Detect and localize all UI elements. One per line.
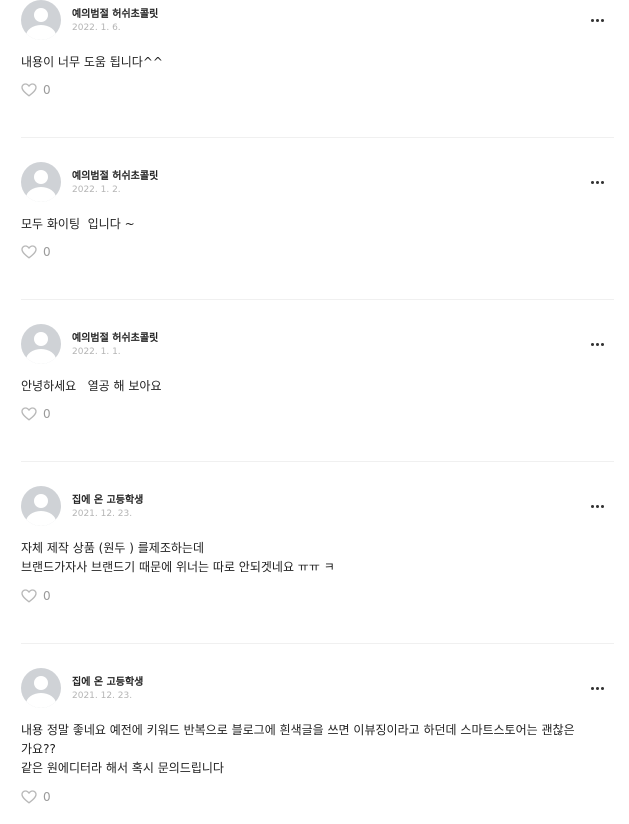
- comment-date: 2022. 1. 2.: [72, 185, 121, 195]
- more-dots-icon: [590, 686, 594, 690]
- comment-text: 안녕하세요 열공 해 보아요: [21, 377, 617, 396]
- comment-date: 2022. 1. 6.: [72, 23, 121, 33]
- comment-item: 예의범절 허쉬초콜릿 2022. 1. 6. 내용이 너무 도움 됩니다^^ 0: [0, 0, 629, 156]
- more-dots-icon: [595, 686, 599, 690]
- more-options-button[interactable]: [586, 679, 608, 697]
- avatar-body-shape: [26, 187, 56, 202]
- comment-item: 집에 온 고등학생 2021. 12. 23. 내용 정말 좋네요 예전에 키워…: [0, 662, 629, 824]
- like-button[interactable]: 0: [21, 790, 51, 804]
- avatar-body-shape: [26, 511, 56, 526]
- avatar[interactable]: [21, 0, 61, 40]
- comment-date: 2022. 1. 1.: [72, 347, 121, 357]
- like-count: 0: [43, 83, 51, 97]
- like-button[interactable]: 0: [21, 407, 51, 421]
- avatar[interactable]: [21, 162, 61, 202]
- comment-divider: [21, 643, 614, 644]
- avatar-head-shape: [34, 8, 48, 22]
- like-count: 0: [43, 589, 51, 603]
- comment-item: 예의범절 허쉬초콜릿 2022. 1. 1. 안녕하세요 열공 해 보아요 0: [0, 318, 629, 480]
- comment-date: 2021. 12. 23.: [72, 509, 133, 519]
- more-dots-icon: [590, 504, 594, 508]
- comment-item: 예의범절 허쉬초콜릿 2022. 1. 2. 모두 화이팅 입니다 ~ 0: [0, 156, 629, 318]
- more-dots-icon: [600, 504, 604, 508]
- comment-divider: [21, 137, 614, 138]
- more-dots-icon: [600, 342, 604, 346]
- more-dots-icon: [595, 180, 599, 184]
- heart-outline-icon: [21, 407, 37, 421]
- comment-text: 모두 화이팅 입니다 ~: [21, 215, 617, 234]
- like-button[interactable]: 0: [21, 245, 51, 259]
- comment-list: 예의범절 허쉬초콜릿 2022. 1. 6. 내용이 너무 도움 됩니다^^ 0…: [0, 0, 629, 824]
- more-options-button[interactable]: [586, 497, 608, 515]
- more-dots-icon: [590, 342, 594, 346]
- like-button[interactable]: 0: [21, 589, 51, 603]
- avatar[interactable]: [21, 324, 61, 364]
- comment-item: 집에 온 고등학생 2021. 12. 23. 자체 제작 상품 (원두 ) 를…: [0, 480, 629, 644]
- comment-text-line: 가요??: [21, 742, 56, 756]
- more-dots-icon: [595, 18, 599, 22]
- heart-outline-icon: [21, 83, 37, 97]
- like-count: 0: [43, 407, 51, 421]
- comment-date: 2021. 12. 23.: [72, 691, 133, 701]
- heart-outline-icon: [21, 589, 37, 603]
- more-dots-icon: [600, 18, 604, 22]
- comment-text-line: 안녕하세요 열공 해 보아요: [21, 379, 162, 393]
- comment-text-line: 내용 정말 좋네요 예전에 키워드 반복으로 블로그에 흰색글을 쓰면 이뷰징이…: [21, 723, 575, 737]
- comment-divider: [21, 299, 614, 300]
- comment-text-line: 브랜드가자사 브랜드기 때문에 위너는 따로 안되겟네요 ㅠㅠ ㅋ: [21, 560, 335, 574]
- comment-author[interactable]: 집에 온 고등학생: [72, 491, 143, 506]
- more-dots-icon: [600, 686, 604, 690]
- like-count: 0: [43, 245, 51, 259]
- comment-text: 내용 정말 좋네요 예전에 키워드 반복으로 블로그에 흰색글을 쓰면 이뷰징이…: [21, 721, 617, 778]
- comment-text-line: 모두 화이팅 입니다 ~: [21, 217, 135, 231]
- more-dots-icon: [595, 342, 599, 346]
- comment-text-line: 내용이 너무 도움 됩니다^^: [21, 55, 163, 69]
- comment-author[interactable]: 예의범절 허쉬초콜릿: [72, 5, 158, 20]
- avatar-body-shape: [26, 349, 56, 364]
- avatar-head-shape: [34, 494, 48, 508]
- more-dots-icon: [595, 504, 599, 508]
- comment-text-line: 자체 제작 상품 (원두 ) 를제조하는데: [21, 541, 204, 555]
- avatar[interactable]: [21, 486, 61, 526]
- comment-author[interactable]: 예의범절 허쉬초콜릿: [72, 167, 158, 182]
- avatar-head-shape: [34, 170, 48, 184]
- more-options-button[interactable]: [586, 11, 608, 29]
- comment-divider: [21, 461, 614, 462]
- like-count: 0: [43, 790, 51, 804]
- avatar-head-shape: [34, 332, 48, 346]
- heart-outline-icon: [21, 245, 37, 259]
- more-dots-icon: [590, 180, 594, 184]
- comment-author[interactable]: 집에 온 고등학생: [72, 673, 143, 688]
- comment-author[interactable]: 예의범절 허쉬초콜릿: [72, 329, 158, 344]
- avatar-body-shape: [26, 693, 56, 708]
- avatar-body-shape: [26, 25, 56, 40]
- more-dots-icon: [600, 180, 604, 184]
- more-options-button[interactable]: [586, 173, 608, 191]
- comment-text-line: 같은 원에디터라 해서 혹시 문의드립니다: [21, 761, 224, 775]
- heart-outline-icon: [21, 790, 37, 804]
- comment-text: 내용이 너무 도움 됩니다^^: [21, 53, 617, 72]
- more-dots-icon: [590, 18, 594, 22]
- avatar-head-shape: [34, 676, 48, 690]
- avatar[interactable]: [21, 668, 61, 708]
- like-button[interactable]: 0: [21, 83, 51, 97]
- comment-text: 자체 제작 상품 (원두 ) 를제조하는데 브랜드가자사 브랜드기 때문에 위너…: [21, 539, 617, 577]
- more-options-button[interactable]: [586, 335, 608, 353]
